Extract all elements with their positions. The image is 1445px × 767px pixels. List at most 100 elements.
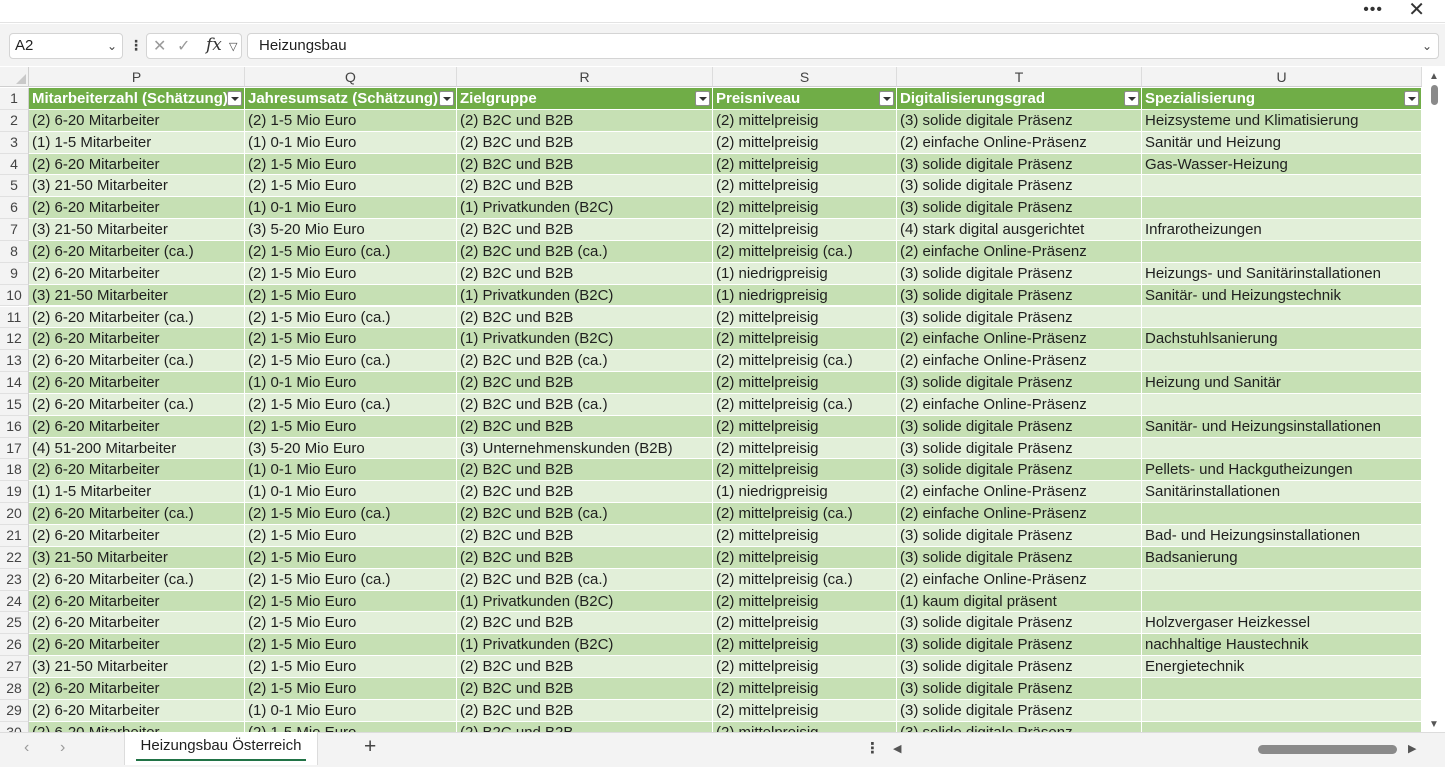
table-cell[interactable]: (1) Privatkunden (B2C) — [457, 284, 713, 307]
table-cell[interactable]: (1) 0-1 Mio Euro — [245, 459, 457, 482]
row-number[interactable]: 17 — [0, 437, 29, 460]
table-cell[interactable]: (2) 6-20 Mitarbeiter (ca.) — [29, 350, 245, 373]
table-cell[interactable]: (2) 1-5 Mio Euro (ca.) — [245, 240, 457, 263]
table-cell[interactable] — [1142, 568, 1422, 591]
table-cell[interactable]: Dachstuhlsanierung — [1142, 328, 1422, 351]
table-cell[interactable] — [1142, 503, 1422, 525]
row-number[interactable]: 22 — [0, 546, 29, 569]
table-cell[interactable]: (2) 1-5 Mio Euro — [245, 656, 457, 678]
row-number[interactable]: 11 — [0, 306, 29, 329]
table-cell[interactable]: (1) 0-1 Mio Euro — [245, 197, 457, 220]
table-cell[interactable]: (2) B2C und B2B — [457, 481, 713, 504]
column-header[interactable]: T — [897, 67, 1142, 87]
table-cell[interactable]: (2) einfache Online-Präsenz — [897, 350, 1142, 373]
filter-dropdown-icon[interactable] — [695, 91, 710, 106]
table-cell[interactable]: (3) Unternehmenskunden (B2B) — [457, 437, 713, 460]
more-options-icon[interactable]: ••• — [1363, 0, 1383, 20]
table-cell[interactable]: (2) einfache Online-Präsenz — [897, 503, 1142, 525]
table-cell[interactable]: Sanitär- und Heizungsinstallationen — [1142, 415, 1422, 438]
row-number[interactable]: 1 — [0, 88, 29, 110]
row-number[interactable]: 6 — [0, 197, 29, 220]
confirm-icon[interactable]: ✓ — [177, 36, 190, 56]
table-cell[interactable]: (2) mittelpreisig (ca.) — [713, 568, 897, 591]
table-cell[interactable]: (2) mittelpreisig — [713, 459, 897, 482]
add-sheet-button[interactable]: + — [364, 735, 376, 759]
table-cell[interactable]: (2) mittelpreisig — [713, 415, 897, 438]
table-cell[interactable]: (2) B2C und B2B — [457, 415, 713, 438]
table-cell[interactable] — [1142, 306, 1422, 329]
table-cell[interactable]: (2) B2C und B2B — [457, 699, 713, 722]
table-cell[interactable]: (2) 6-20 Mitarbeiter — [29, 415, 245, 438]
table-cell[interactable]: (2) mittelpreisig — [713, 306, 897, 329]
table-cell[interactable] — [1142, 699, 1422, 722]
table-cell[interactable]: (2) B2C und B2B — [457, 219, 713, 241]
row-number[interactable]: 19 — [0, 481, 29, 504]
table-cell[interactable]: Infrarotheizungen — [1142, 219, 1422, 241]
spreadsheet-grid[interactable]: P Q R S T U 1 Mitarbeiterzahl (Schätzung) Jahres… — [0, 67, 1445, 732]
table-cell[interactable]: Pellets- und Hackgutheizungen — [1142, 459, 1422, 482]
table-cell[interactable]: Holzvergaser Heizkessel — [1142, 612, 1422, 635]
table-cell[interactable]: (2) 6-20 Mitarbeiter — [29, 677, 245, 700]
table-cell[interactable]: (4) stark digital ausgerichtet — [897, 219, 1142, 241]
table-cell[interactable]: (1) 0-1 Mio Euro — [245, 481, 457, 504]
cancel-icon[interactable]: ✕ — [153, 36, 166, 56]
sheet-options-icon[interactable]: ⋮ — [865, 739, 880, 757]
table-cell[interactable]: (2) mittelpreisig — [713, 721, 897, 732]
filter-dropdown-icon[interactable] — [1124, 91, 1139, 106]
table-cell[interactable]: (2) B2C und B2B — [457, 372, 713, 394]
table-cell[interactable]: (3) 21-50 Mitarbeiter — [29, 656, 245, 678]
row-number[interactable]: 3 — [0, 131, 29, 154]
table-cell[interactable]: (3) solide digitale Präsenz — [897, 634, 1142, 657]
horizontal-scroll-thumb[interactable] — [1258, 745, 1397, 754]
select-all-corner[interactable] — [0, 67, 29, 87]
table-cell[interactable]: (2) B2C und B2B — [457, 656, 713, 678]
table-cell[interactable]: (3) solide digitale Präsenz — [897, 699, 1142, 722]
row-number[interactable]: 16 — [0, 415, 29, 438]
table-cell[interactable]: (3) solide digitale Präsenz — [897, 262, 1142, 285]
table-cell[interactable]: (2) mittelpreisig — [713, 328, 897, 351]
table-cell[interactable]: (1) kaum digital präsent — [897, 590, 1142, 613]
table-cell[interactable]: (2) 6-20 Mitarbeiter — [29, 634, 245, 657]
table-cell[interactable]: (3) solide digitale Präsenz — [897, 197, 1142, 220]
table-cell[interactable]: Heizung und Sanitär — [1142, 372, 1422, 394]
table-cell[interactable]: (2) B2C und B2B — [457, 175, 713, 198]
table-cell[interactable]: (2) mittelpreisig — [713, 699, 897, 722]
table-cell[interactable]: (2) mittelpreisig (ca.) — [713, 393, 897, 416]
table-cell[interactable]: (2) einfache Online-Präsenz — [897, 328, 1142, 351]
table-cell[interactable]: (2) mittelpreisig (ca.) — [713, 240, 897, 263]
table-cell[interactable]: (1) 0-1 Mio Euro — [245, 372, 457, 394]
table-cell[interactable]: (2) B2C und B2B — [457, 262, 713, 285]
table-cell[interactable]: Badsanierung — [1142, 546, 1422, 569]
row-number[interactable]: 5 — [0, 175, 29, 198]
table-cell[interactable]: (2) mittelpreisig — [713, 109, 897, 132]
table-cell[interactable]: (2) 1-5 Mio Euro (ca.) — [245, 350, 457, 373]
table-cell[interactable]: (2) 1-5 Mio Euro — [245, 153, 457, 176]
filter-dropdown-icon[interactable] — [227, 91, 242, 106]
table-cell[interactable]: (3) solide digitale Präsenz — [897, 656, 1142, 678]
table-cell[interactable]: (2) 6-20 Mitarbeiter — [29, 197, 245, 220]
table-cell[interactable] — [1142, 240, 1422, 263]
table-cell[interactable]: (2) 1-5 Mio Euro — [245, 262, 457, 285]
table-header-cell[interactable]: Spezialisierung — [1142, 88, 1422, 110]
table-cell[interactable]: (2) 6-20 Mitarbeiter (ca.) — [29, 240, 245, 263]
table-cell[interactable]: (2) B2C und B2B — [457, 306, 713, 329]
filter-dropdown-icon[interactable] — [1404, 91, 1419, 106]
table-cell[interactable]: (2) 6-20 Mitarbeiter (ca.) — [29, 306, 245, 329]
table-cell[interactable]: (2) 6-20 Mitarbeiter (ca.) — [29, 393, 245, 416]
table-cell[interactable]: (2) mittelpreisig — [713, 634, 897, 657]
table-cell[interactable]: (2) einfache Online-Präsenz — [897, 568, 1142, 591]
table-header-cell[interactable]: Preisniveau — [713, 88, 897, 110]
row-number[interactable]: 9 — [0, 262, 29, 285]
table-cell[interactable]: (1) 1-5 Mitarbeiter — [29, 481, 245, 504]
row-number[interactable]: 23 — [0, 568, 29, 591]
row-number[interactable]: 14 — [0, 372, 29, 394]
table-cell[interactable]: (2) B2C und B2B (ca.) — [457, 503, 713, 525]
table-cell[interactable]: (2) B2C und B2B (ca.) — [457, 240, 713, 263]
scroll-right-icon[interactable]: ▶ — [1408, 742, 1416, 755]
expand-formula-icon[interactable]: ⌄ — [1422, 34, 1432, 58]
table-cell[interactable]: (2) 1-5 Mio Euro — [245, 612, 457, 635]
next-sheet-icon[interactable]: › — [60, 739, 65, 757]
name-box[interactable]: A2 ⌄ — [9, 33, 123, 59]
formula-input[interactable]: Heizungsbau ⌄ — [247, 33, 1439, 59]
table-cell[interactable]: (2) 6-20 Mitarbeiter — [29, 153, 245, 176]
